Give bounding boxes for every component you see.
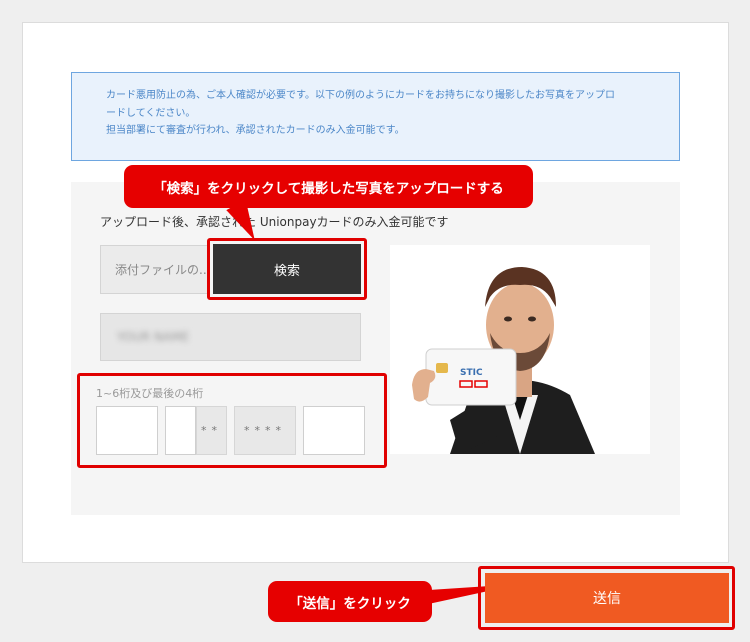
digits-highlight-frame [77, 373, 387, 468]
notice-line-2: ードしてください。 [106, 107, 196, 119]
notice-line-3: 担当部署にて審査が行われ、承認されたカードのみ入金可能です。 [106, 125, 405, 136]
upload-note: アップロード後、承認された Unionpayカードのみ入金可能です [100, 215, 449, 229]
search-instruction-callout: 「検索」をクリックして撮影した写真をアップロードする [124, 165, 533, 208]
man-holding-card-icon: STIC [412, 267, 595, 454]
submit-instruction-callout: 「送信」をクリック [268, 581, 432, 622]
notice-line-1: カード悪用防止の為、ご本人確認が必要です。以下の例のようにカードをお持ちになり撮… [106, 90, 615, 101]
search-highlight-frame [207, 238, 367, 300]
card-holding-illustration: STIC [390, 245, 650, 454]
file-name-field[interactable]: 添付ファイルの... [100, 245, 210, 294]
cardholder-name-value: YOUR NAME [117, 330, 190, 344]
cardholder-name-field[interactable]: YOUR NAME [100, 313, 361, 361]
verification-notice: カード悪用防止の為、ご本人確認が必要です。以下の例のようにカードをお持ちになり撮… [71, 72, 680, 161]
submit-highlight-frame [478, 566, 735, 630]
card-brand-text: STIC [460, 368, 483, 378]
